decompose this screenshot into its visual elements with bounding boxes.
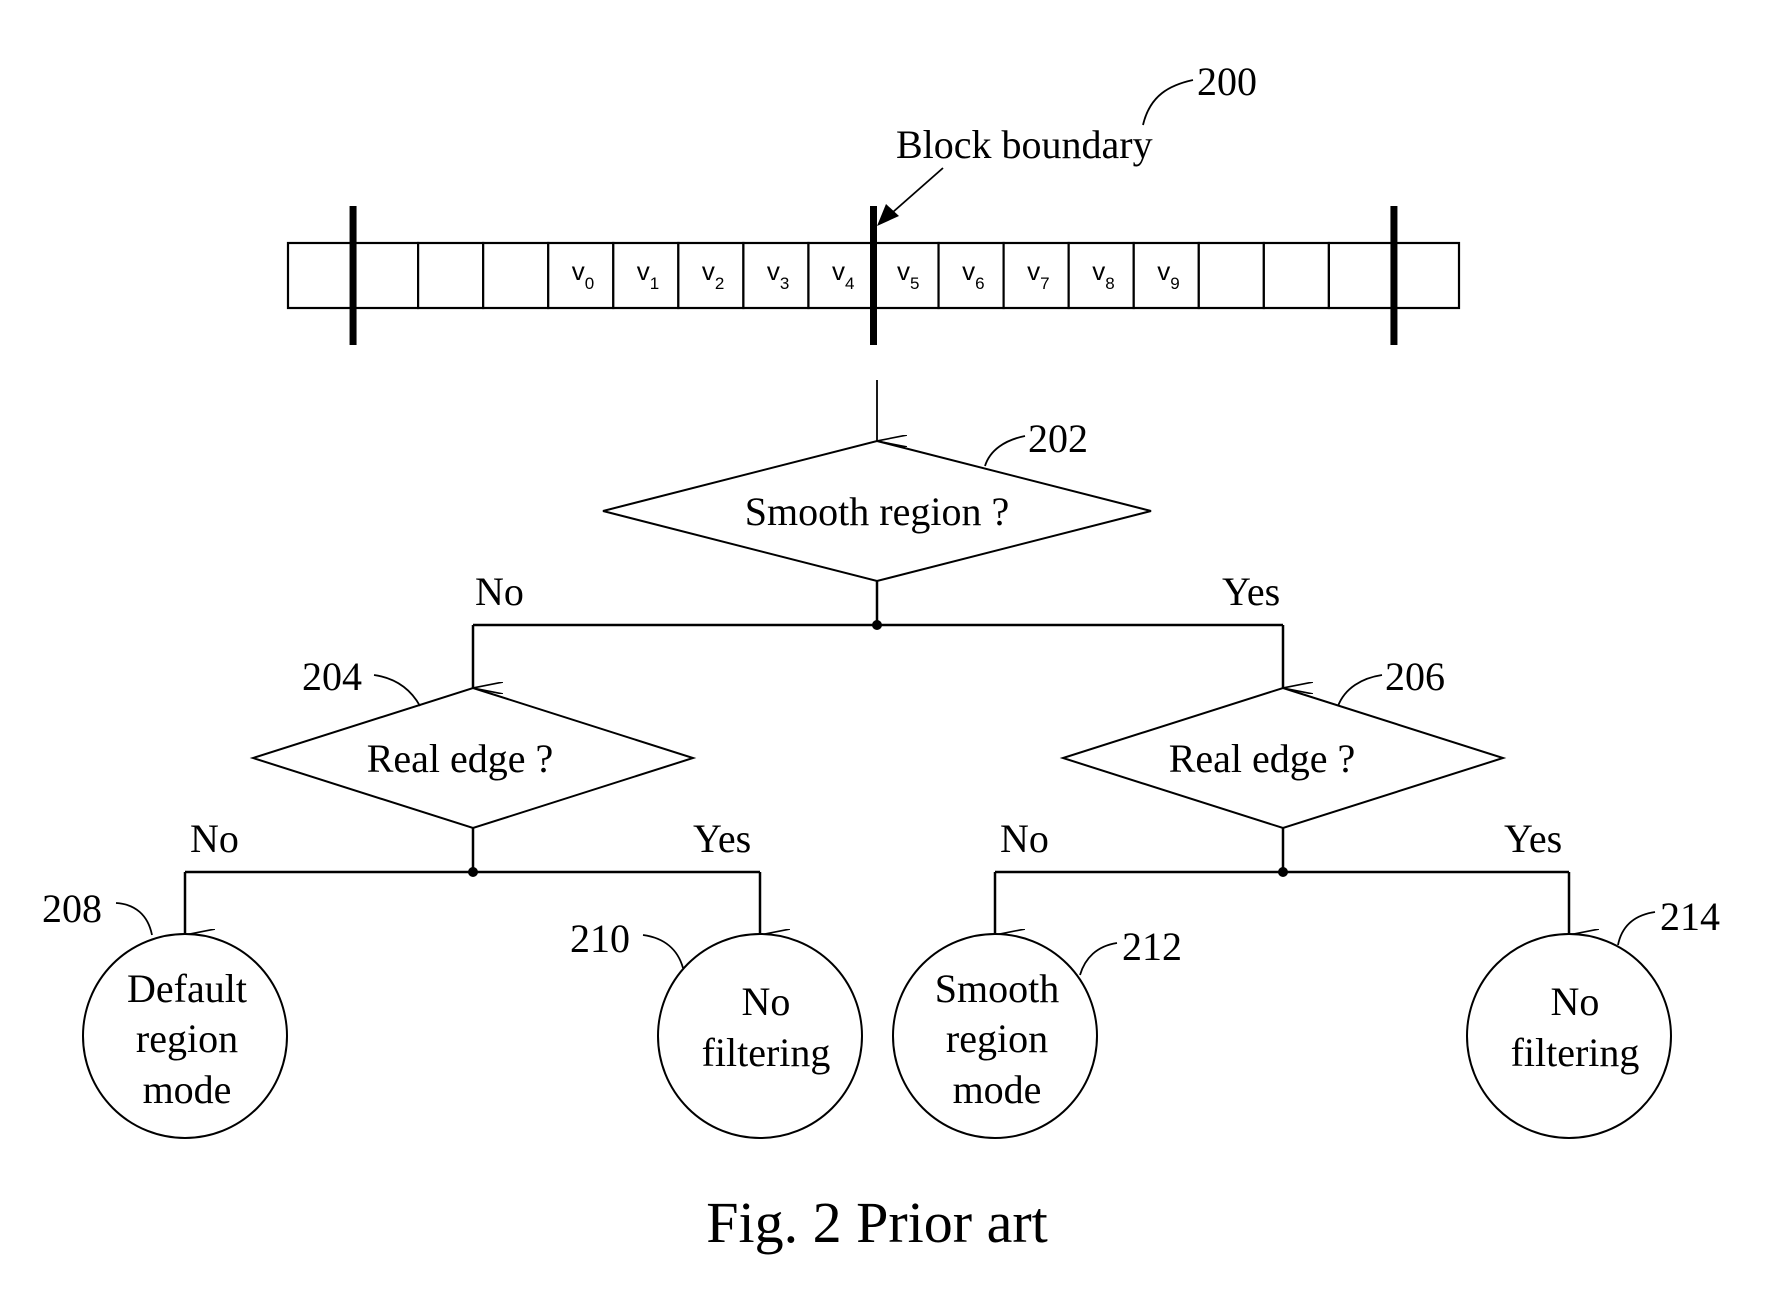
terminal-214: No filtering <box>1466 933 1672 1139</box>
pixel-array: v0 v1 v2 v3 v4 v5 v6 v7 v8 v9 <box>286 206 1461 345</box>
leader-202 <box>984 435 1026 467</box>
reference-210: 210 <box>570 916 630 961</box>
terminal-212-line-1: Smooth <box>935 966 1059 1011</box>
array-cell <box>351 241 420 310</box>
figure-caption: Fig. 2 Prior art <box>706 1190 1048 1255</box>
reference-202: 202 <box>1028 416 1088 461</box>
branch-label-206-yes: Yes <box>1504 816 1562 861</box>
reference-214: 214 <box>1660 894 1720 939</box>
array-cell <box>1392 241 1461 310</box>
decision-204-label: Real edge ? <box>367 736 554 781</box>
flowchart-diagram: 200 Block boundary v0 v1 v2 v3 v4 v5 v6 v7 v8 v9 … <box>42 59 1720 1255</box>
terminal-212-line-3: mode <box>953 1067 1042 1112</box>
branch-label-204-no: No <box>190 816 239 861</box>
branch-label-204-yes: Yes <box>693 816 751 861</box>
branch-label-202-no: No <box>475 569 524 614</box>
leader-210 <box>642 934 684 969</box>
decision-202: Smooth region ? <box>602 439 1152 583</box>
leader-212 <box>1079 942 1118 976</box>
reference-212: 212 <box>1122 924 1182 969</box>
decision-204: Real edge ? <box>249 686 697 830</box>
terminal-210-line-1: No <box>742 979 791 1024</box>
terminal-210-line-2: filtering <box>702 1030 831 1075</box>
array-cell <box>417 241 485 310</box>
block-boundary-label: Block boundary <box>896 122 1153 167</box>
terminal-214-line-1: No <box>1551 979 1600 1024</box>
decision-206: Real edge ? <box>1059 686 1507 830</box>
array-cell <box>1327 241 1396 310</box>
terminal-208-line-2: region <box>136 1016 238 1061</box>
terminal-208-line-1: Default <box>127 966 247 1011</box>
terminal-208: Default region mode <box>82 933 288 1139</box>
block-boundary-arrowhead <box>877 204 899 226</box>
decision-202-label: Smooth region ? <box>745 489 1009 534</box>
terminal-210: No filtering <box>657 933 863 1139</box>
terminal-208-line-3: mode <box>143 1067 232 1112</box>
terminal-214-line-2: filtering <box>1511 1030 1640 1075</box>
leader-200 <box>1142 79 1194 126</box>
array-cell <box>1262 241 1330 310</box>
leader-214 <box>1617 911 1656 946</box>
decision-206-label: Real edge ? <box>1169 736 1356 781</box>
block-boundary-pointer <box>892 167 944 213</box>
array-cell <box>482 241 550 310</box>
terminal-212-line-2: region <box>946 1016 1048 1061</box>
array-cell <box>1197 241 1265 310</box>
leader-208 <box>115 902 153 936</box>
reference-204: 204 <box>302 654 362 699</box>
terminal-212: Smooth region mode <box>892 933 1098 1139</box>
leader-204 <box>373 674 421 707</box>
reference-208: 208 <box>42 886 102 931</box>
array-cell <box>286 241 355 310</box>
leader-206 <box>1337 674 1383 707</box>
reference-200: 200 <box>1197 59 1257 104</box>
branch-label-206-no: No <box>1000 816 1049 861</box>
branch-label-202-yes: Yes <box>1222 569 1280 614</box>
reference-206: 206 <box>1385 654 1445 699</box>
